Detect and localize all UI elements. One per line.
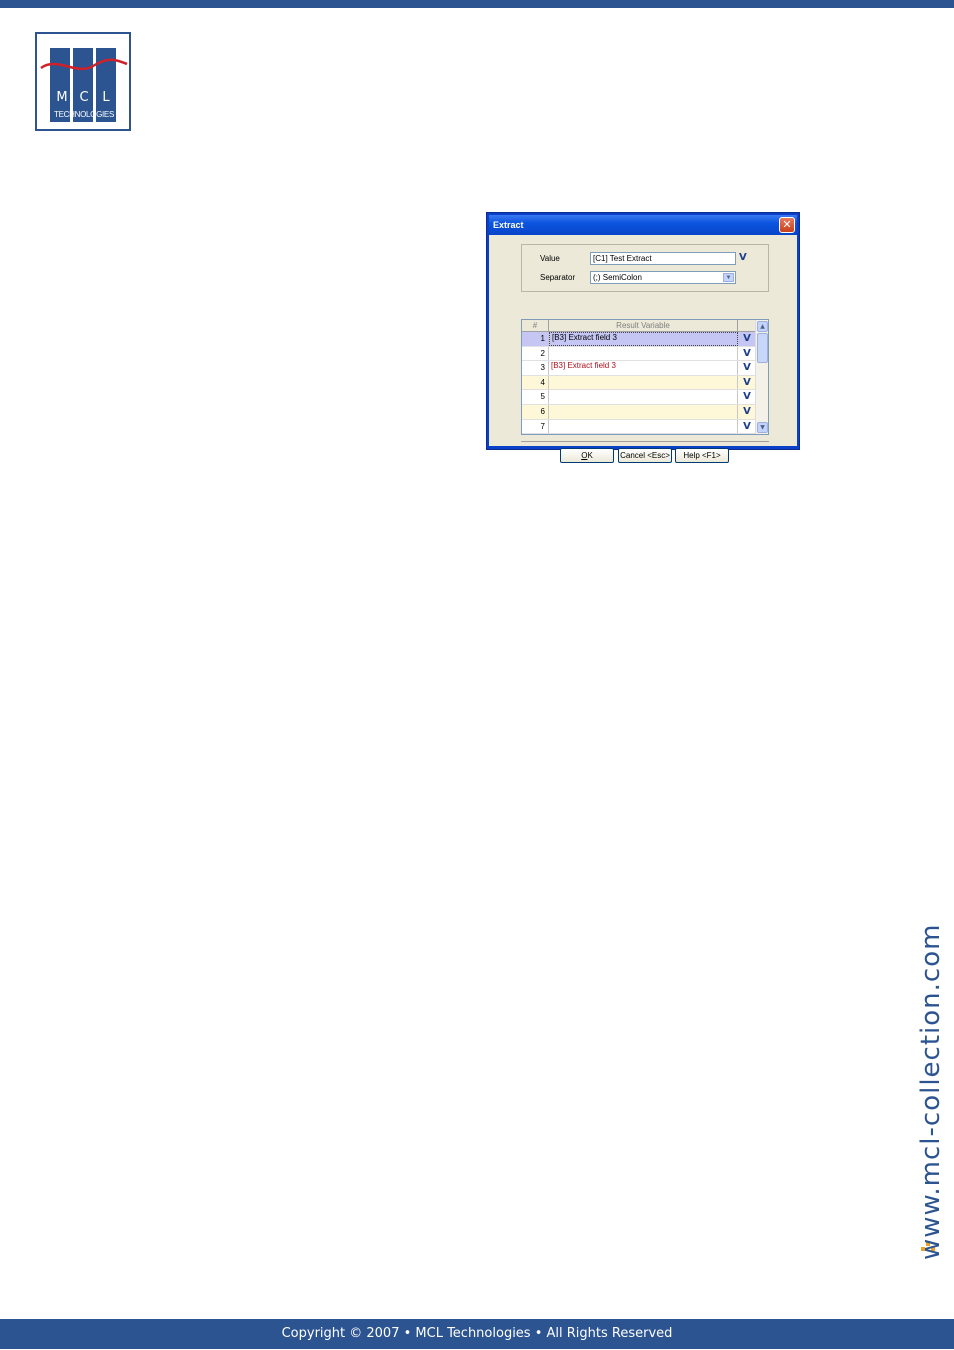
top-bar xyxy=(0,0,954,8)
check-icon[interactable]: V xyxy=(738,376,756,390)
row-variable[interactable] xyxy=(549,404,738,419)
vertical-scrollbar[interactable]: ▲ ▼ xyxy=(755,320,768,434)
cancel-button[interactable]: Cancel <Esc> xyxy=(618,448,672,463)
table-row[interactable]: 7 V xyxy=(522,419,756,434)
grid-header: # Result Variable xyxy=(522,320,756,332)
logo-subtitle: TECHNOLOGIES xyxy=(54,110,114,119)
logo-letter: M xyxy=(56,90,68,105)
separator-select[interactable]: (;) SemiColon ▼ xyxy=(590,271,736,284)
value-check-icon[interactable]: V xyxy=(739,253,747,263)
header-check xyxy=(738,320,756,331)
check-icon[interactable]: V xyxy=(738,332,756,346)
result-variable-grid[interactable]: # Result Variable 1 [B3] Extract field 3… xyxy=(521,319,769,435)
row-number: 1 xyxy=(522,332,549,346)
separator-value: (;) SemiColon xyxy=(593,273,642,282)
header-number: # xyxy=(522,320,549,331)
table-row[interactable]: 3 [B3] Extract field 3 V xyxy=(522,361,756,376)
close-button[interactable]: ✕ xyxy=(779,217,795,233)
check-icon[interactable]: V xyxy=(738,405,756,419)
row-variable[interactable]: [B3] Extract field 3 xyxy=(549,332,738,346)
row-variable[interactable] xyxy=(549,419,738,434)
table-row[interactable]: 5 V xyxy=(522,390,756,405)
chevron-down-icon[interactable]: ▼ xyxy=(723,273,734,282)
footer-copyright: Copyright © 2007 • MCL Technologies • Al… xyxy=(0,1319,954,1349)
row-number: 6 xyxy=(522,404,549,419)
check-icon[interactable]: V xyxy=(738,361,756,375)
grid-rows: 1 [B3] Extract field 3 V 2 V 3 [B3] Extr… xyxy=(522,332,756,434)
scroll-down-icon[interactable]: ▼ xyxy=(757,422,768,433)
header-result-variable: Result Variable xyxy=(549,320,738,331)
help-button[interactable]: Help <F1> xyxy=(675,448,729,463)
row-variable[interactable] xyxy=(549,346,738,361)
company-logo: M C L TECHNOLOGIES xyxy=(35,32,131,131)
row-variable[interactable]: [B3] Extract field 3 xyxy=(549,361,738,375)
check-icon[interactable]: V xyxy=(738,347,756,361)
divider xyxy=(521,441,769,442)
logo-letters: M C L xyxy=(52,90,116,105)
dialog-title: Extract xyxy=(493,220,524,230)
check-icon[interactable]: V xyxy=(738,420,756,434)
website-url[interactable]: www.mcl-collection.com xyxy=(916,924,946,1260)
separator-label: Separator xyxy=(540,273,576,282)
value-label: Value xyxy=(540,254,560,263)
logo-letter: C xyxy=(79,90,89,105)
row-number: 3 xyxy=(522,361,549,375)
table-row[interactable]: 4 V xyxy=(522,375,756,391)
dialog-titlebar[interactable]: Extract ✕ xyxy=(489,215,797,235)
logo-letter: L xyxy=(102,90,110,105)
table-row[interactable]: 1 [B3] Extract field 3 V xyxy=(522,332,756,347)
row-variable[interactable] xyxy=(549,375,738,390)
value-field[interactable]: [C1] Test Extract xyxy=(590,252,736,265)
row-number: 2 xyxy=(522,346,549,361)
table-row[interactable]: 6 V xyxy=(522,404,756,420)
row-variable[interactable] xyxy=(549,390,738,404)
scroll-up-icon[interactable]: ▲ xyxy=(757,321,768,332)
check-icon[interactable]: V xyxy=(738,390,756,404)
row-number: 4 xyxy=(522,375,549,390)
settings-group: Value [C1] Test Extract V Separator (;) … xyxy=(521,244,769,292)
table-row[interactable]: 2 V xyxy=(522,346,756,362)
scroll-thumb[interactable] xyxy=(757,333,768,363)
dialog-client-area: Value [C1] Test Extract V Separator (;) … xyxy=(489,235,797,463)
row-number: 5 xyxy=(522,390,549,404)
ok-button[interactable]: OK xyxy=(560,448,614,463)
extract-dialog: Extract ✕ Value [C1] Test Extract V Sepa… xyxy=(486,212,800,463)
ok-label: K xyxy=(587,451,593,460)
row-number: 7 xyxy=(522,419,549,434)
